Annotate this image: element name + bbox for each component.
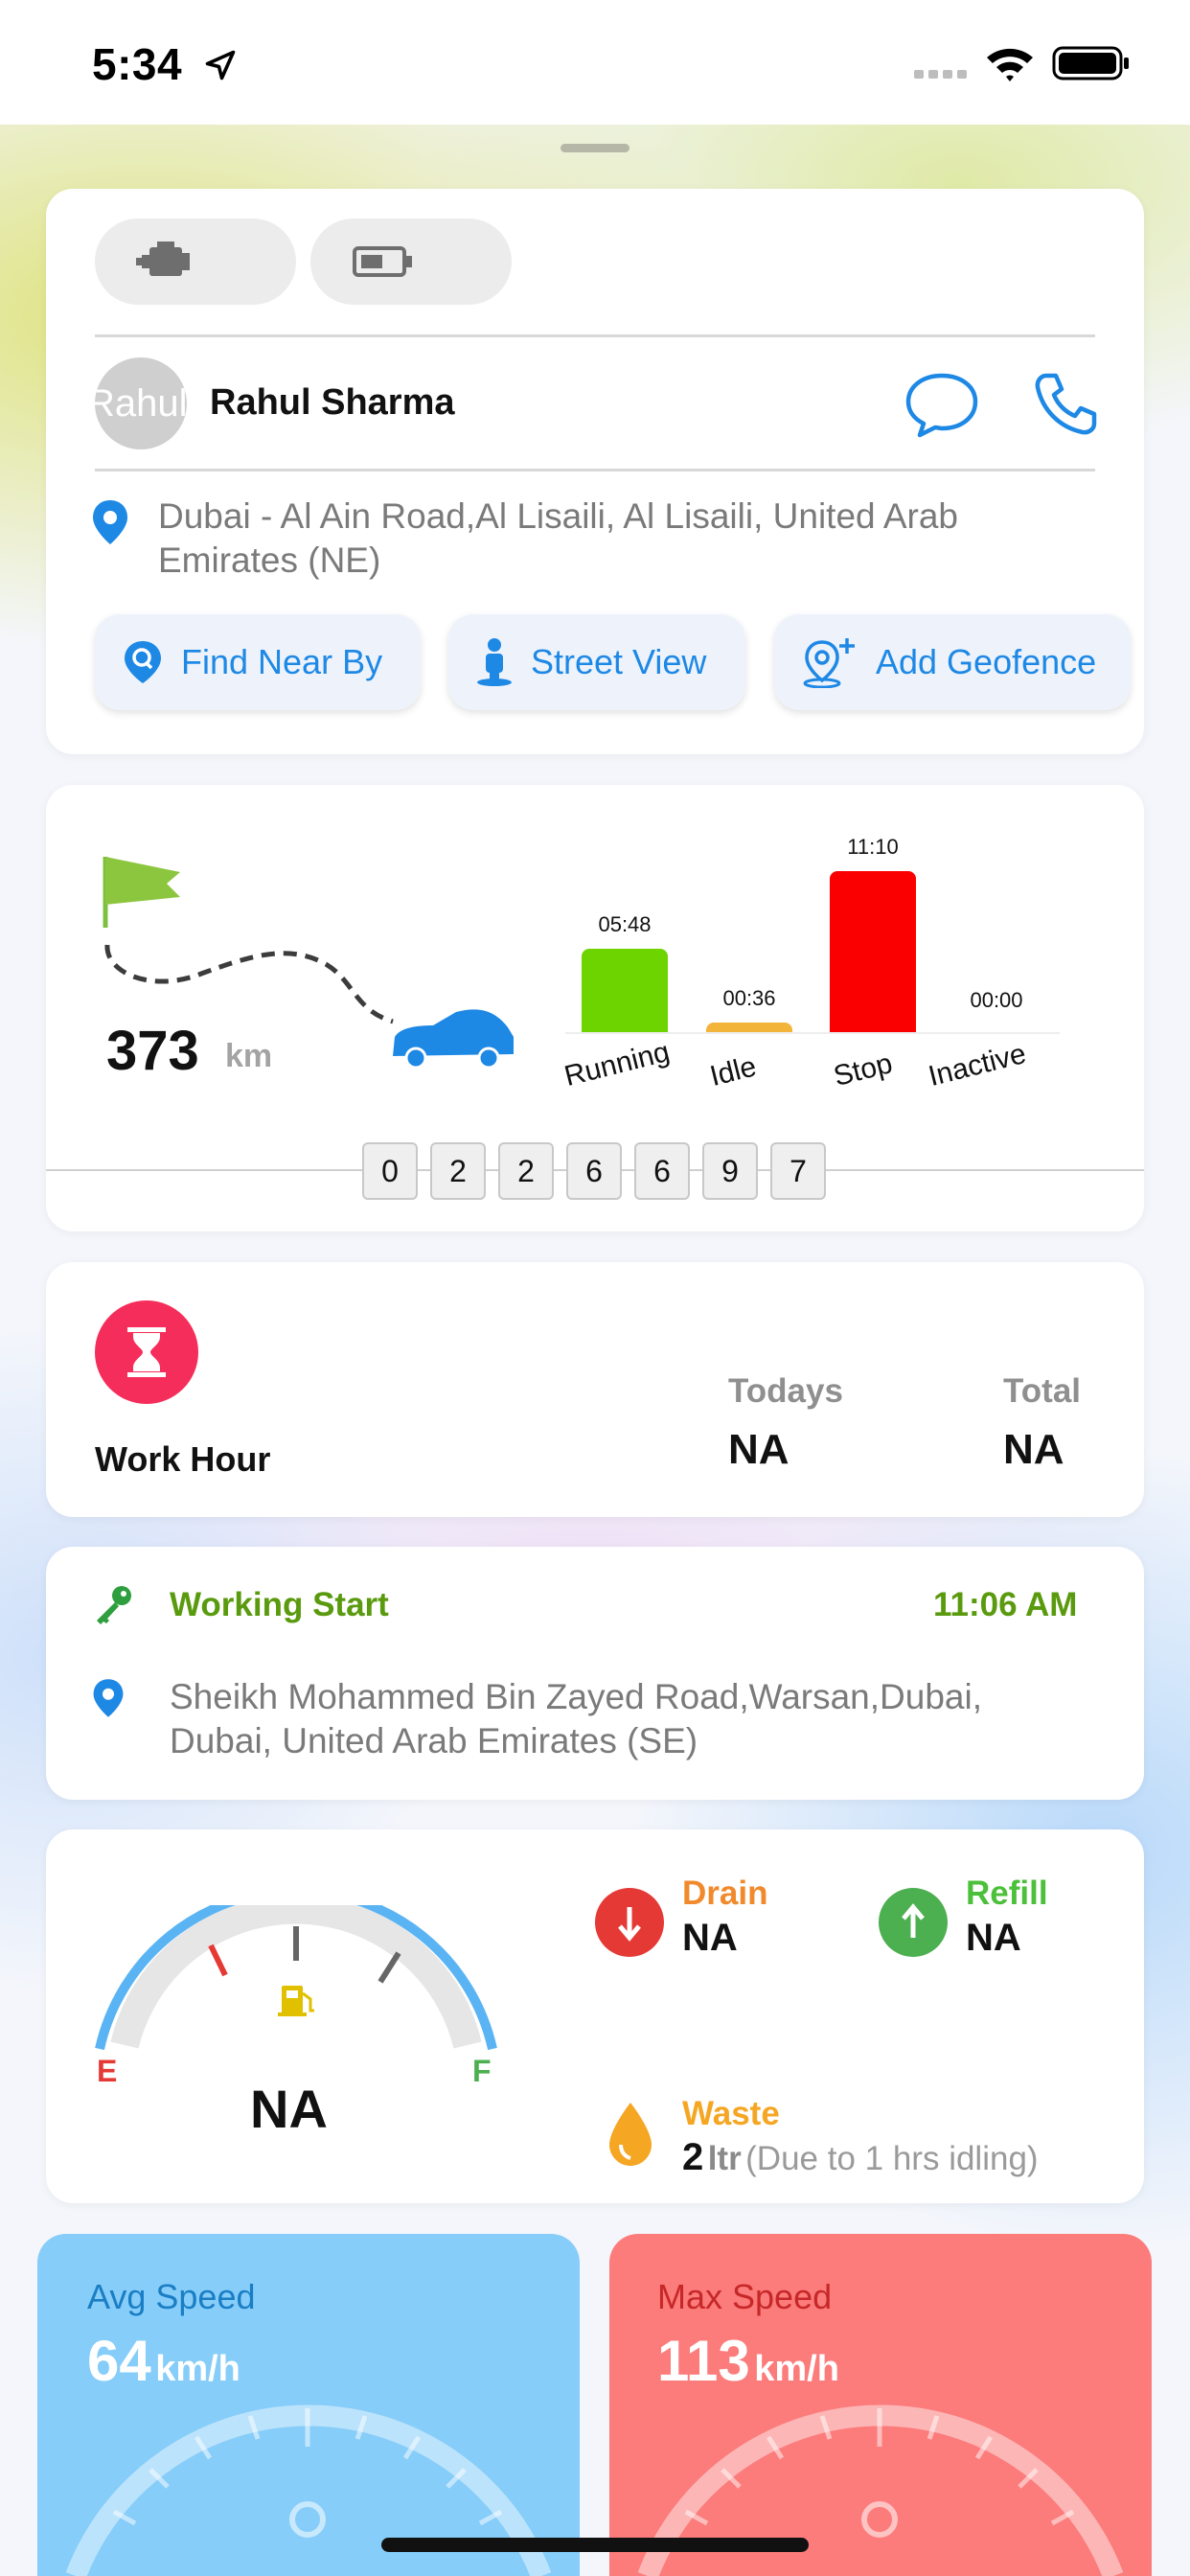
fuel-gauge (95, 1905, 497, 2051)
todays-label: Todays (728, 1372, 843, 1410)
total-label: Total (1003, 1372, 1082, 1410)
bar-idle (706, 1023, 792, 1032)
waste-unit: ltr (707, 2140, 742, 2177)
fuel-pump-icon (278, 1986, 314, 2016)
waste-label: Waste (682, 2095, 780, 2132)
map-pin-search-icon (125, 641, 161, 683)
total-value: NA (1003, 1426, 1064, 1473)
cellular-signal-icon (914, 70, 967, 79)
avg-speed-unit: km/h (155, 2349, 240, 2389)
key-icon (97, 1586, 131, 1624)
work-hour-title: Work Hour (95, 1439, 271, 1479)
avg-speed-label: Avg Speed (87, 2277, 256, 2316)
fuel-full-label: F (472, 2054, 492, 2088)
chart-baseline (565, 1032, 1060, 1034)
sheet-grabber[interactable] (561, 144, 629, 152)
street-view-label: Street View (531, 642, 707, 681)
find-nearby-button[interactable]: Find Near By (95, 614, 421, 710)
driver-name: Rahul Sharma (210, 382, 455, 423)
max-speed-value: 113 (657, 2329, 750, 2393)
bar-stop (830, 871, 916, 1032)
working-start-label: Working Start (170, 1586, 389, 1623)
bar-running (582, 949, 668, 1032)
bar-value-label: 00:36 (722, 986, 776, 1010)
drain-label: Drain (682, 1874, 768, 1912)
status-time: 5:34 (92, 39, 183, 89)
waste-amount: 2 (682, 2136, 704, 2178)
max-speed-card: Max Speed 113 km/h (609, 2234, 1152, 2576)
odometer-digit: 2 (498, 1142, 554, 1200)
vehicle-battery-icon (353, 246, 412, 277)
refill-label: Refill (966, 1874, 1048, 1912)
max-speed-label: Max Speed (657, 2277, 833, 2316)
hourglass-icon (127, 1327, 166, 1377)
waste-note: (Due to 1 hrs idling) (745, 2140, 1039, 2177)
max-speed-value-row: 113 km/h (657, 2328, 839, 2394)
avg-speed-card: Avg Speed 64 km/h (37, 2234, 580, 2576)
add-geofence-button[interactable]: Add Geofence (774, 614, 1131, 710)
working-start-address: Sheikh Mohammed Bin Zayed Road,Warsan,Du… (170, 1677, 982, 1760)
drain-value: NA (682, 1917, 738, 1959)
distance-unit: km (225, 1038, 273, 1074)
odometer-digit: 2 (430, 1142, 486, 1200)
avatar-initials: Rahul Sha (95, 382, 187, 425)
flag-icon (105, 857, 180, 905)
odometer-digit: 6 (566, 1142, 622, 1200)
wifi-icon (987, 48, 1033, 81)
location-arrow-icon (205, 50, 236, 80)
phone-icon[interactable] (1033, 372, 1098, 437)
find-nearby-label: Find Near By (181, 642, 383, 681)
card-divider (95, 469, 1095, 472)
avatar: Rahul Sha (95, 357, 187, 449)
fuel-value: NA (250, 2079, 328, 2139)
distance-value: 373 (106, 1020, 199, 1082)
bar-value-label: 11:10 (847, 835, 899, 859)
odometer-digit: 6 (634, 1142, 690, 1200)
avg-speed-value: 64 (87, 2329, 151, 2393)
add-geofence-label: Add Geofence (876, 642, 1097, 681)
route-path (104, 944, 394, 1024)
max-speed-unit: km/h (754, 2349, 839, 2389)
bar-value-label: 00:00 (970, 988, 1023, 1012)
working-start-time: 11:06 AM (933, 1586, 1078, 1623)
location-pin-icon (93, 500, 127, 544)
bar-value-label: 05:48 (598, 912, 652, 936)
car-icon (393, 1009, 514, 1070)
message-icon[interactable] (904, 370, 979, 439)
arrow-down-icon (618, 1907, 641, 1942)
fuel-empty-label: E (97, 2054, 118, 2088)
arrow-up-icon (902, 1903, 925, 1938)
location-pin-icon (93, 1679, 124, 1717)
todays-value: NA (728, 1426, 790, 1473)
avg-speed-value-row: 64 km/h (87, 2328, 240, 2394)
waste-details: 2 ltr (Due to 1 hrs idling) (682, 2136, 1039, 2179)
card-divider (95, 334, 1095, 337)
street-view-button[interactable]: Street View (448, 614, 745, 710)
battery-icon (1052, 46, 1129, 80)
odometer-digit: 0 (362, 1142, 418, 1200)
odometer-digit: 7 (770, 1142, 826, 1200)
fuel-drop-icon (609, 2103, 652, 2166)
engine-icon (136, 242, 190, 276)
home-indicator[interactable] (381, 2538, 809, 2552)
street-view-person-icon (477, 638, 512, 686)
add-geofence-icon (803, 638, 855, 688)
refill-value: NA (966, 1917, 1021, 1959)
vehicle-address: Dubai - Al Ain Road,Al Lisaili, Al Lisai… (158, 496, 958, 580)
odometer-digit: 9 (702, 1142, 758, 1200)
